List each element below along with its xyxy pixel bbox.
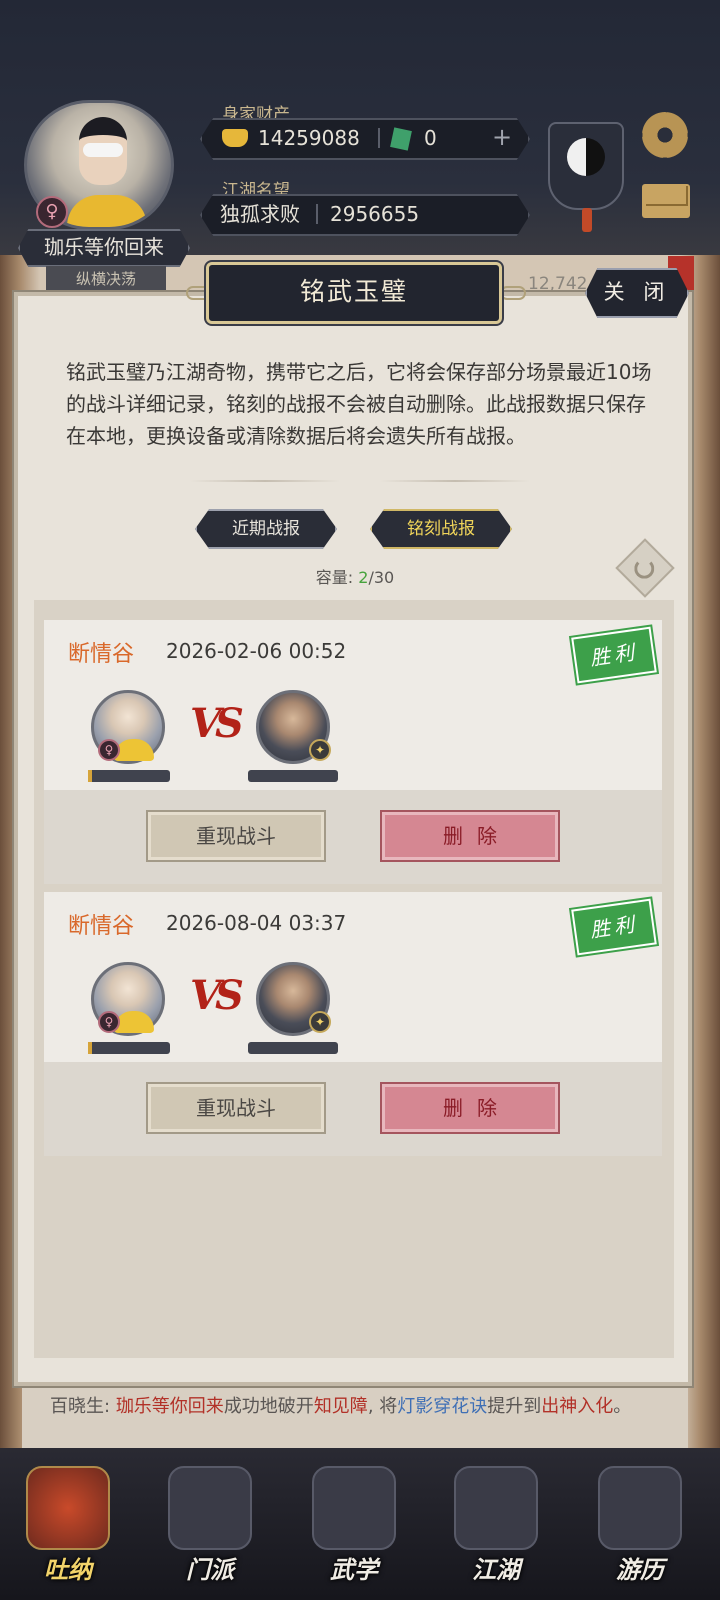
female-gender-icon: ♀ xyxy=(98,739,120,761)
delete-record-button[interactable]: 删除 xyxy=(380,810,560,862)
player-name: 珈乐等你回来 xyxy=(18,229,190,267)
scroll-book-icon xyxy=(312,1466,396,1550)
chat-level: 出神入化 xyxy=(541,1396,614,1417)
nav-travel[interactable]: 游历 xyxy=(592,1458,688,1594)
nav-label: 游历 xyxy=(616,1556,664,1584)
lotus-icon xyxy=(114,739,154,761)
chat-text: , 将 xyxy=(367,1396,398,1417)
delete-record-button[interactable]: 删除 xyxy=(380,1082,560,1134)
horse-icon xyxy=(598,1466,682,1550)
modal-title: 铭武玉璧 xyxy=(206,262,502,324)
world-chat-ticker[interactable]: 百晓生: 珈乐等你回来成功地破开知见障, 将灯影穿花诀提升到出神入化。 xyxy=(22,1388,688,1448)
add-currency-button[interactable]: + xyxy=(488,123,516,151)
divider-right xyxy=(380,480,530,482)
divider-left xyxy=(190,480,340,482)
wealth-bar: 14259088 0 + xyxy=(200,118,530,160)
record-date: 2026-08-04 03:37 xyxy=(166,911,347,935)
fame-bar: 独孤求败 2956655 xyxy=(200,194,530,236)
capacity-indicator: 容量: 2/30 xyxy=(300,564,410,588)
tassel xyxy=(582,208,592,232)
avatar-lotus-icon xyxy=(67,195,147,227)
title-flourish-right xyxy=(500,286,526,300)
chat-text: 提升到 xyxy=(487,1396,542,1417)
meditation-icon xyxy=(26,1466,110,1550)
opponent-portrait: ✦ xyxy=(256,962,331,1036)
versus-icon: VS xyxy=(190,700,244,747)
sect-flag-icon xyxy=(168,1466,252,1550)
replay-battle-button[interactable]: 重现战斗 xyxy=(146,1082,326,1134)
rank-badge-icon: ✦ xyxy=(309,739,331,761)
female-gender-icon: ♀ xyxy=(98,1011,120,1033)
victory-stamp: 胜利 xyxy=(571,626,657,684)
nav-jianghu[interactable]: 江湖 xyxy=(448,1458,544,1594)
mail-icon[interactable] xyxy=(642,184,690,218)
capacity-label: 容量: xyxy=(315,568,354,587)
fame-value: 2956655 xyxy=(330,202,420,226)
record-actions: 重现战斗 删除 xyxy=(44,1062,662,1156)
chat-speaker: 百晓生: xyxy=(50,1396,111,1417)
female-gender-icon: ♀ xyxy=(36,196,68,228)
tab-engraved-reports[interactable]: 铭刻战报 xyxy=(370,509,512,549)
rank-badge-icon: ✦ xyxy=(309,1011,331,1033)
record-scene: 断情谷 xyxy=(68,914,135,939)
record-scene: 断情谷 xyxy=(68,642,135,667)
record-actions: 重现战斗 删除 xyxy=(44,790,662,884)
gold-ingot-icon xyxy=(222,129,248,147)
opponent-health-bar xyxy=(248,770,338,782)
battle-record-card: 断情谷 2026-08-04 03:37 胜利 ♀ VS ✦ 重现战斗 删除 xyxy=(44,892,662,1156)
player-health-bar xyxy=(88,770,170,782)
player-subtitle: 纵横决荡 xyxy=(46,266,166,292)
record-header: 断情谷 2026-08-04 03:37 胜利 ♀ VS ✦ xyxy=(44,892,662,1062)
lantern-icon xyxy=(454,1466,538,1550)
chat-barrier: 知见障 xyxy=(313,1396,368,1417)
settings-gear-icon[interactable] xyxy=(642,112,688,158)
background-value: 12,742 xyxy=(528,274,588,294)
player-health-bar xyxy=(88,1042,170,1054)
tab-recent-reports[interactable]: 近期战报 xyxy=(195,509,337,549)
versus-icon: VS xyxy=(190,972,244,1019)
jade-icon xyxy=(390,127,412,151)
nav-label: 江湖 xyxy=(472,1556,520,1584)
capacity-total: /30 xyxy=(368,568,395,587)
chat-text: 。 xyxy=(613,1396,632,1417)
chat-text: 成功地破开 xyxy=(223,1396,314,1417)
record-date: 2026-02-06 00:52 xyxy=(166,639,347,663)
capacity-used: 2 xyxy=(358,568,369,587)
taiji-pendant-button[interactable] xyxy=(548,122,624,232)
fame-title: 独孤求败 xyxy=(220,202,300,226)
chat-skill: 灯影穿花诀 xyxy=(397,1396,488,1417)
separator xyxy=(316,204,318,224)
victory-stamp: 胜利 xyxy=(571,898,657,956)
nav-meditation[interactable]: 吐纳 xyxy=(20,1458,116,1594)
player-portrait: ♀ xyxy=(91,962,165,1036)
close-button[interactable]: 关 闭 xyxy=(585,268,689,318)
modal-description: 铭武玉璧乃江湖奇物，携带它之后，它将会保存部分场景最近10场的战斗详细记录，铭刻… xyxy=(66,360,652,448)
nav-martial-arts[interactable]: 武学 xyxy=(306,1458,402,1594)
nav-label: 吐纳 xyxy=(44,1556,92,1584)
player-portrait: ♀ xyxy=(91,690,165,764)
separator xyxy=(378,128,380,148)
record-header: 断情谷 2026-02-06 00:52 胜利 ♀ VS ✦ xyxy=(44,620,662,790)
gold-amount: 14259088 xyxy=(258,126,360,150)
nav-label: 门派 xyxy=(186,1556,234,1584)
yin-yang-icon xyxy=(567,138,605,176)
replay-battle-button[interactable]: 重现战斗 xyxy=(146,810,326,862)
chat-player: 珈乐等你回来 xyxy=(115,1396,224,1417)
avatar-mask xyxy=(83,143,123,157)
nav-sect[interactable]: 门派 xyxy=(162,1458,258,1594)
opponent-health-bar xyxy=(248,1042,338,1054)
jade-amount: 0 xyxy=(424,126,437,150)
battle-record-card: 断情谷 2026-02-06 00:52 胜利 ♀ VS ✦ 重现战斗 删除 xyxy=(44,620,662,884)
nav-label: 武学 xyxy=(330,1556,378,1584)
opponent-portrait: ✦ xyxy=(256,690,331,764)
lotus-icon xyxy=(114,1011,154,1033)
